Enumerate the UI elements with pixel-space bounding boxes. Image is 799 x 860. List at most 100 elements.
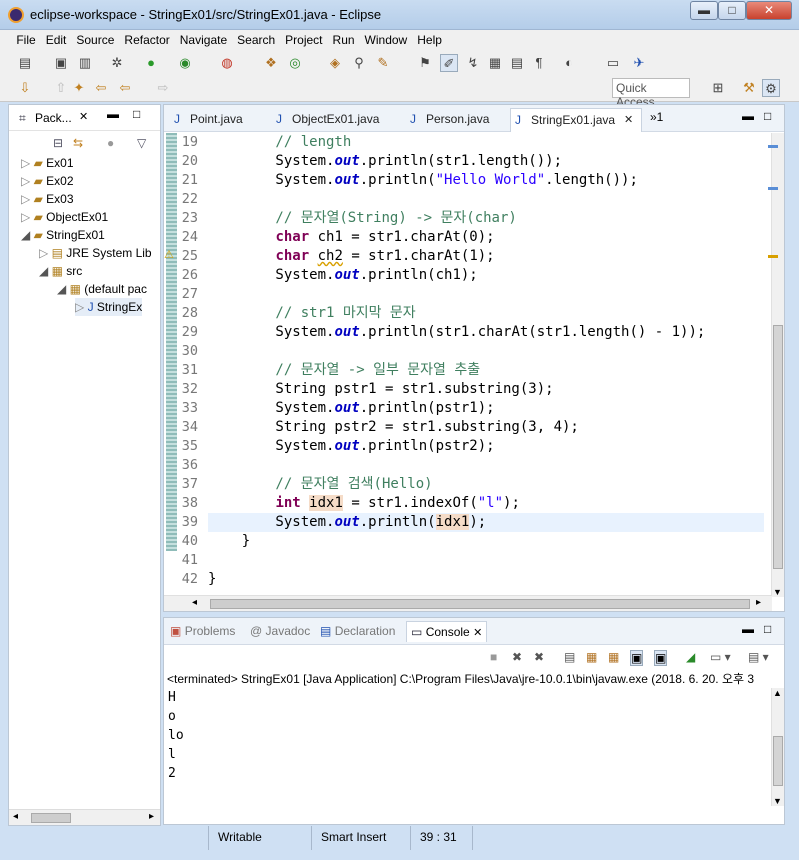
scrollbar-thumb[interactable] — [773, 736, 783, 786]
scroll-up-icon[interactable]: ▲ — [773, 688, 782, 698]
java-ee-perspective-icon[interactable]: ⚒ — [740, 79, 758, 97]
quick-access-input[interactable]: Quick Access — [612, 78, 690, 109]
maximize-view-icon[interactable]: □ — [133, 107, 140, 121]
menu-run[interactable]: Run — [328, 30, 360, 50]
menu-refactor[interactable]: Refactor — [119, 30, 174, 50]
tree-item[interactable]: ▷ ▰ Ex02 — [21, 172, 74, 190]
tab-person-java[interactable]: J Person.java — [406, 108, 489, 132]
view-menu-icon[interactable]: ▽ — [137, 136, 146, 150]
scroll-right-icon[interactable]: ▸ — [756, 597, 761, 608]
scrollbar-thumb[interactable] — [210, 599, 750, 609]
tab-point-java[interactable]: J Point.java — [170, 108, 243, 132]
tab-declaration[interactable]: ▤ Declaration — [320, 624, 395, 638]
new-java-project-icon[interactable]: ❖ — [262, 54, 280, 72]
display-console-icon[interactable]: ▭ ▾ — [710, 650, 731, 664]
open-perspective-icon[interactable]: ⊞ — [709, 79, 727, 97]
link-editor-icon[interactable]: ⇆ — [73, 136, 83, 150]
tree-item[interactable]: ▷ ▤ JRE System Lib — [39, 244, 152, 262]
scroll-left-icon[interactable]: ◂ — [13, 811, 18, 822]
scrollbar-thumb[interactable] — [773, 325, 783, 569]
clear-console-icon[interactable]: ▤ — [564, 650, 575, 664]
tree-item[interactable]: ◢ ▰ StringEx01 — [21, 226, 105, 244]
scroll-down-icon[interactable]: ▼ — [773, 796, 782, 806]
menu-file[interactable]: File — [11, 30, 40, 50]
tab-console[interactable]: ▭ Console ✕ — [406, 621, 488, 642]
maximize-view-icon[interactable]: □ — [764, 622, 771, 636]
explorer-tab-label[interactable]: Pack... — [35, 111, 72, 125]
tree-item[interactable]: ◢ ▦ (default pac — [57, 280, 147, 298]
scroll-right-icon[interactable]: ▸ — [149, 811, 154, 822]
minimize-view-icon[interactable]: ▬ — [107, 107, 119, 121]
show-stdout-icon[interactable]: ▣ — [630, 650, 644, 666]
next-annotation-icon[interactable]: ⇩ — [16, 79, 34, 97]
overview-marker[interactable] — [768, 187, 778, 190]
minimize-view-icon[interactable]: ▬ — [742, 622, 754, 636]
show-whitespace-icon[interactable]: ▤ — [508, 54, 526, 72]
run-icon[interactable]: ● — [142, 54, 160, 72]
maximize-button[interactable]: □ — [718, 1, 746, 20]
back-icon[interactable]: ⇦ — [92, 79, 110, 97]
tree-item[interactable]: ▷ ▰ Ex01 — [21, 154, 74, 172]
minimize-button[interactable]: ▬ — [690, 1, 718, 20]
new-class-icon[interactable]: ◎ — [286, 54, 304, 72]
tab-overflow[interactable]: »1 — [650, 110, 663, 124]
close-tab-icon[interactable]: ✕ — [473, 627, 482, 639]
tree-item[interactable]: ▷ J StringEx — [75, 298, 143, 316]
java-perspective-icon[interactable]: ⚙ — [762, 79, 780, 97]
search-icon[interactable]: ⚲ — [350, 54, 368, 72]
collapse-all-icon[interactable]: ⊟ — [53, 136, 63, 150]
run-coverage-icon[interactable]: ◉ — [176, 54, 194, 72]
show-stderr-icon[interactable]: ▣ — [654, 650, 668, 666]
code-area[interactable]: ⚠ 19 // length 20 System.out.println(str… — [164, 133, 784, 601]
external-tools-icon[interactable]: ◍ — [218, 54, 236, 72]
terminate-icon[interactable]: ■ — [490, 650, 497, 664]
tab-objectex01-java[interactable]: J ObjectEx01.java — [272, 108, 379, 132]
close-tab-icon[interactable]: ✕ — [624, 109, 633, 131]
tree-item[interactable]: ▷ ▰ ObjectEx01 — [21, 208, 108, 226]
tree-item[interactable]: ▷ ▰ Ex03 — [21, 190, 74, 208]
debug-icon[interactable]: ✲ — [108, 54, 126, 72]
menu-project[interactable]: Project — [280, 30, 327, 50]
open-type-icon[interactable]: ◈ — [326, 54, 344, 72]
word-wrap-icon[interactable]: ↯ — [464, 54, 482, 72]
scroll-left-icon[interactable]: ◂ — [192, 597, 197, 608]
scroll-down-icon[interactable]: ▼ — [773, 587, 782, 597]
focus-icon[interactable]: ● — [107, 136, 114, 150]
pilcrow-icon[interactable]: ¶ — [530, 54, 548, 72]
forward-icon[interactable]: ⇦ — [116, 79, 134, 97]
pin-console-icon[interactable]: ◢ — [686, 650, 695, 664]
menu-search[interactable]: Search — [232, 30, 280, 50]
tab-problems[interactable]: ▣ Problems — [170, 624, 235, 638]
menu-help[interactable]: Help — [412, 30, 447, 50]
user-icon[interactable]: ◐ — [560, 54, 578, 72]
menu-edit[interactable]: Edit — [41, 30, 72, 50]
open-task-icon[interactable]: ✎ — [374, 54, 392, 72]
block-selection-icon[interactable]: ▦ — [486, 54, 504, 72]
pin-icon[interactable]: ✈ — [630, 54, 648, 72]
word-wrap-icon[interactable]: ▦ — [608, 650, 619, 664]
maximize-view-icon[interactable]: □ — [764, 109, 771, 123]
editor-v-scrollbar[interactable]: ▼ — [771, 133, 784, 597]
close-window-button[interactable]: ✕ — [746, 1, 792, 20]
scroll-lock-icon[interactable]: ▦ — [586, 650, 597, 664]
toggle-breadcrumb-icon[interactable]: ⚑ — [416, 54, 434, 72]
mark-occurrences-icon[interactable]: ✐ — [440, 54, 458, 72]
remove-launch-icon[interactable]: ✖ — [512, 650, 522, 664]
prev-annotation-icon[interactable]: ⇧ — [52, 79, 70, 97]
open-console-icon[interactable]: ▤ ▾ — [748, 650, 769, 664]
menu-navigate[interactable]: Navigate — [175, 30, 232, 50]
explorer-h-scrollbar[interactable]: ◂ ▸ — [9, 809, 160, 825]
menu-source[interactable]: Source — [71, 30, 119, 50]
save-icon[interactable]: ▣ — [52, 54, 70, 72]
minimize-view-icon[interactable]: ▬ — [742, 109, 754, 123]
menu-window[interactable]: Window — [360, 30, 413, 50]
task-list-icon[interactable]: ▭ — [604, 54, 622, 72]
new-icon[interactable]: ▤ — [16, 54, 34, 72]
overview-marker[interactable] — [768, 145, 778, 148]
tab-stringex01-java[interactable]: J StringEx01.java ✕ — [510, 108, 642, 132]
scrollbar-thumb[interactable] — [31, 813, 71, 823]
editor-h-scrollbar[interactable]: ◂ ▸ — [164, 595, 772, 611]
close-icon[interactable]: ✕ — [79, 110, 88, 123]
console-v-scrollbar[interactable]: ▲ ▼ — [771, 688, 784, 806]
forward-disabled-icon[interactable]: ⇨ — [154, 79, 172, 97]
